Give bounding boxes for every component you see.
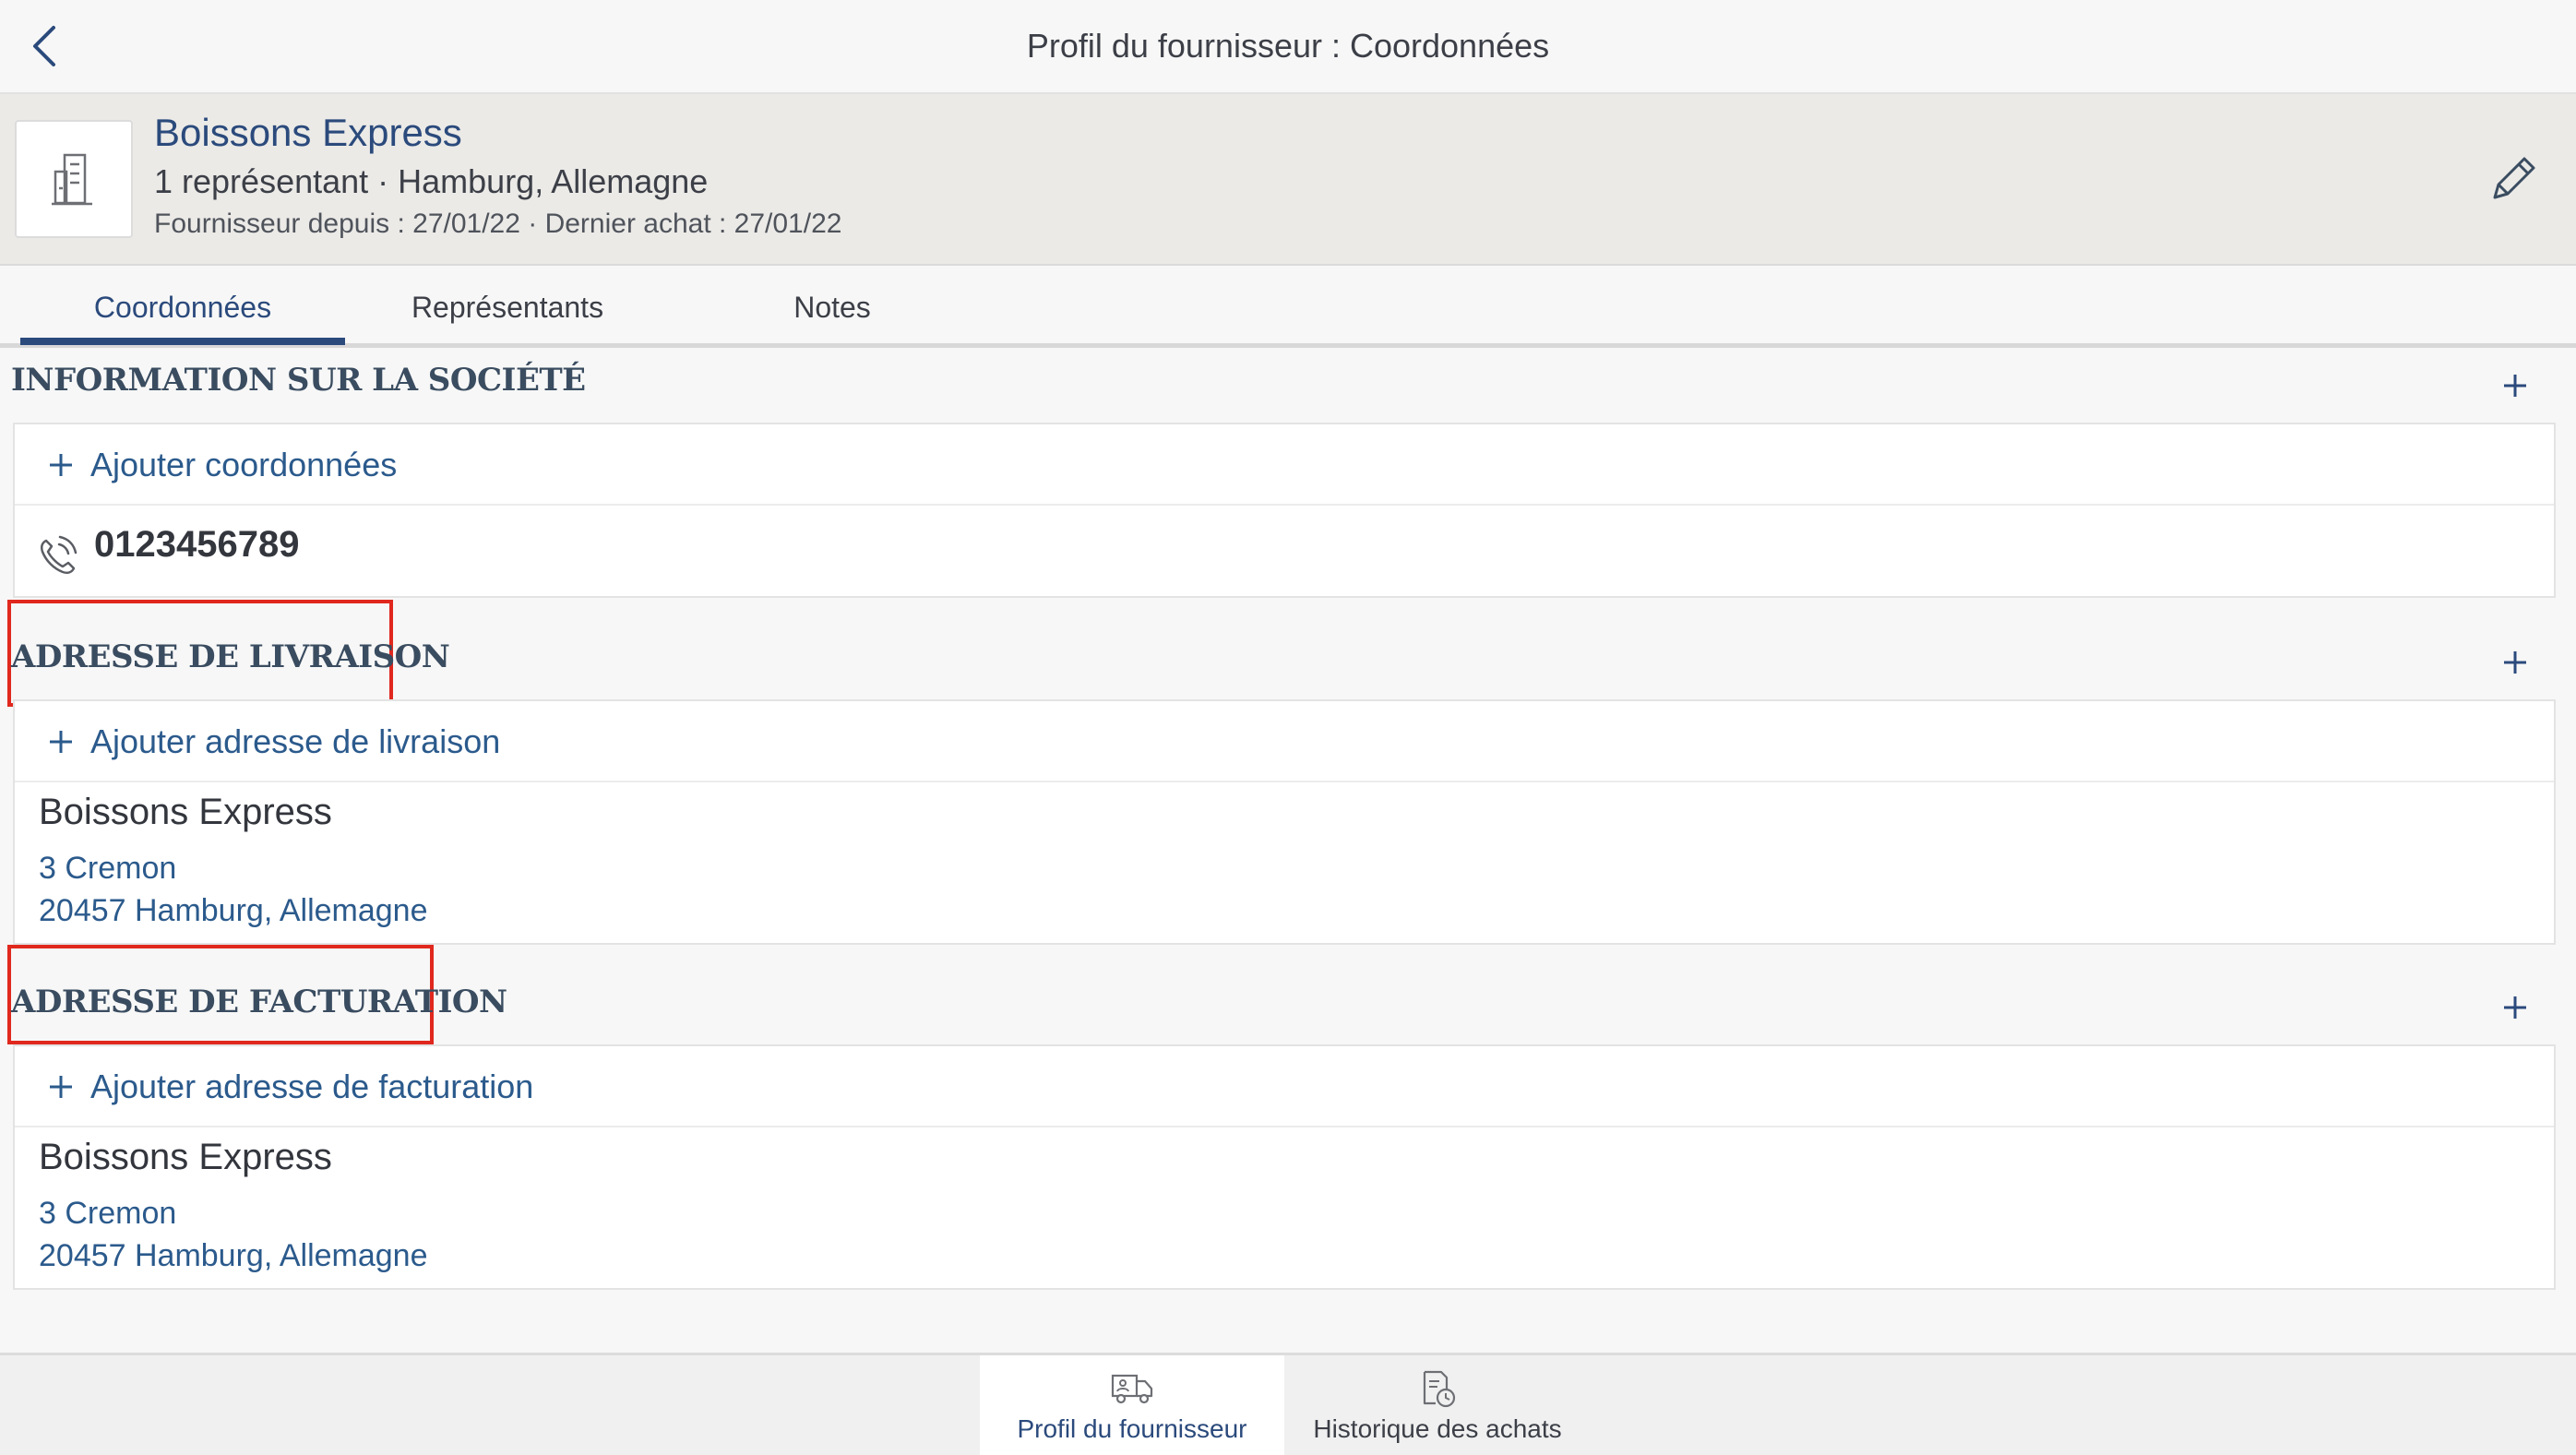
tab-bar: Coordonnées Représentants Notes (0, 266, 2576, 348)
delivery-address-entry[interactable]: Boissons Express 3 Cremon 20457 Hamburg,… (15, 782, 2554, 943)
phone-row[interactable]: 0123456789 (15, 506, 2554, 596)
plus-icon (2504, 996, 2526, 1019)
tab-representants[interactable]: Représentants (345, 266, 670, 343)
supplier-name: Boissons Express (154, 111, 462, 154)
nav-supplier-profile[interactable]: Profil du fournisseur (980, 1355, 1284, 1455)
page-title: Profil du fournisseur : Coordonnées (1026, 27, 1550, 65)
billing-address-city: 20457 Hamburg, Allemagne (39, 1238, 428, 1273)
top-bar: Profil du fournisseur : Coordonnées (0, 0, 2576, 94)
add-billing-address-label: Ajouter adresse de facturation (90, 1067, 534, 1105)
edit-supplier-button[interactable] (2484, 149, 2543, 209)
supplier-header: Boissons Express 1 représentant · Hambur… (0, 94, 2576, 266)
plus-icon (41, 445, 81, 485)
add-delivery-address-button[interactable] (2495, 642, 2535, 683)
nav-purchase-history-label: Historique des achats (1313, 1414, 1562, 1443)
billing-address-entry[interactable]: Boissons Express 3 Cremon 20457 Hamburg,… (15, 1127, 2554, 1288)
add-delivery-address-row[interactable]: Ajouter adresse de livraison (15, 701, 2554, 782)
delivery-address-card: Ajouter adresse de livraison Boissons Ex… (13, 699, 2556, 945)
truck-profile-icon (1111, 1374, 1153, 1404)
plus-icon (41, 1067, 81, 1107)
billing-address-name: Boissons Express (39, 1137, 332, 1177)
company-info-title: INFORMATION SUR LA SOCIÉTÉ (11, 362, 586, 399)
building-icon (52, 153, 92, 206)
phone-icon (40, 535, 78, 575)
active-tab-indicator (20, 338, 345, 345)
bottom-nav: Profil du fournisseur Historique des ach… (0, 1353, 2576, 1455)
purchase-history-icon (1423, 1370, 1456, 1408)
delivery-address-city: 20457 Hamburg, Allemagne (39, 893, 428, 928)
tab-coordonnees[interactable]: Coordonnées (20, 266, 345, 343)
add-delivery-address-label: Ajouter adresse de livraison (90, 722, 501, 760)
supplier-subtitle: 1 représentant · Hamburg, Allemagne (154, 162, 709, 200)
supplier-meta: Fournisseur depuis : 27/01/22 · Dernier … (154, 209, 842, 239)
plus-icon (2504, 651, 2526, 674)
delivery-address-street: 3 Cremon (39, 851, 177, 886)
add-contact-row[interactable]: Ajouter coordonnées (15, 424, 2554, 506)
billing-address-street: 3 Cremon (39, 1196, 177, 1231)
add-contact-label: Ajouter coordonnées (90, 446, 398, 483)
billing-address-title: ADRESSE DE FACTURATION (11, 984, 507, 1020)
plus-icon (2504, 375, 2526, 397)
add-company-info-button[interactable] (2495, 365, 2535, 406)
pencil-icon (2493, 157, 2535, 199)
tab-notes[interactable]: Notes (670, 266, 995, 343)
add-billing-address-row[interactable]: Ajouter adresse de facturation (15, 1046, 2554, 1127)
nav-purchase-history[interactable]: Historique des achats (1285, 1355, 1590, 1455)
company-info-card: Ajouter coordonnées 0123456789 (13, 423, 2556, 598)
billing-address-card: Ajouter adresse de facturation Boissons … (13, 1044, 2556, 1290)
supplier-avatar (15, 120, 133, 238)
delivery-address-title: ADRESSE DE LIVRAISON (11, 638, 450, 675)
delivery-address-name: Boissons Express (39, 792, 332, 832)
nav-supplier-profile-label: Profil du fournisseur (1017, 1414, 1247, 1443)
plus-icon (41, 722, 81, 762)
phone-number: 0123456789 (94, 524, 300, 565)
add-billing-address-button[interactable] (2495, 987, 2535, 1028)
